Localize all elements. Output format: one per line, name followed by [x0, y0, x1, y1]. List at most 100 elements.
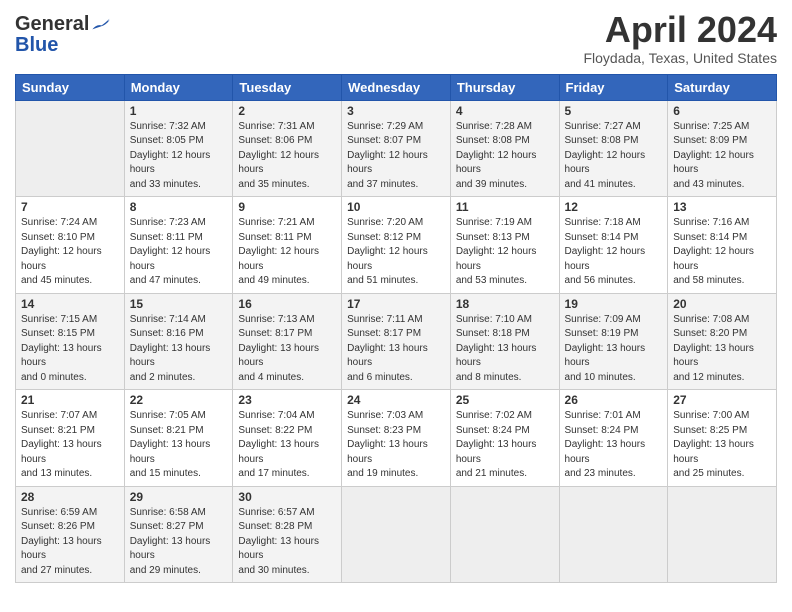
calendar-day-cell: 27 Sunrise: 7:00 AMSunset: 8:25 PMDayligh… — [668, 390, 777, 487]
calendar-day-cell: 13 Sunrise: 7:16 AMSunset: 8:14 PMDayligh… — [668, 197, 777, 294]
day-info: Sunrise: 7:05 AMSunset: 8:21 PMDaylight:… — [130, 409, 228, 482]
calendar-day-cell: 24 Sunrise: 7:03 AMSunset: 8:23 PMDayligh… — [342, 390, 451, 487]
day-number: 2 — [238, 104, 336, 118]
day-number: 29 — [130, 490, 228, 504]
day-number: 13 — [673, 200, 771, 214]
day-number: 8 — [130, 200, 228, 214]
day-info: Sunrise: 7:03 AMSunset: 8:23 PMDaylight:… — [347, 409, 445, 482]
logo-general-text: General — [15, 14, 89, 34]
calendar-day-cell: 8 Sunrise: 7:23 AMSunset: 8:11 PMDaylight… — [124, 197, 233, 294]
day-info: Sunrise: 7:10 AMSunset: 8:18 PMDaylight:… — [456, 313, 554, 386]
day-info: Sunrise: 7:23 AMSunset: 8:11 PMDaylight:… — [130, 216, 228, 289]
calendar-day-cell: 20Sunrise: 7:08 AMSunset: 8:20 PMDayligh… — [668, 293, 777, 390]
calendar-day-cell: 12Sunrise: 7:18 AMSunset: 8:14 PMDayligh… — [559, 197, 668, 294]
weekday-header-friday: Friday — [559, 74, 668, 100]
calendar-table: SundayMondayTuesdayWednesdayThursdayFrid… — [15, 74, 777, 584]
day-number: 14 — [21, 297, 119, 311]
day-number: 5 — [565, 104, 663, 118]
logo-blue-text: Blue — [15, 34, 58, 57]
calendar-day-cell — [559, 486, 668, 583]
day-info: Sunrise: 7:29 AMSunset: 8:07 PMDaylight:… — [347, 120, 445, 193]
day-info: Sunrise: 7:31 AMSunset: 8:06 PMDaylight:… — [238, 120, 336, 193]
day-number: 15 — [130, 297, 228, 311]
calendar-day-cell: 21 Sunrise: 7:07 AMSunset: 8:21 PMDayligh… — [16, 390, 125, 487]
day-number: 7 — [21, 200, 119, 214]
calendar-day-cell: 1 Sunrise: 7:32 AMSunset: 8:05 PMDaylight… — [124, 100, 233, 197]
day-info: Sunrise: 7:13 AMSunset: 8:17 PMDaylight:… — [238, 313, 336, 386]
day-number: 1 — [130, 104, 228, 118]
day-number: 26 — [565, 393, 663, 407]
day-info: Sunrise: 7:02 AMSunset: 8:24 PMDaylight:… — [456, 409, 554, 482]
calendar-week-row: 1 Sunrise: 7:32 AMSunset: 8:05 PMDaylight… — [16, 100, 777, 197]
day-number: 3 — [347, 104, 445, 118]
day-number: 27 — [673, 393, 771, 407]
calendar-day-cell — [450, 486, 559, 583]
calendar-day-cell: 17 Sunrise: 7:11 AMSunset: 8:17 PMDayligh… — [342, 293, 451, 390]
logo: General Blue — [15, 10, 111, 57]
weekday-header-thursday: Thursday — [450, 74, 559, 100]
calendar-week-row: 7 Sunrise: 7:24 AMSunset: 8:10 PMDaylight… — [16, 197, 777, 294]
day-info: Sunrise: 7:14 AMSunset: 8:16 PMDaylight:… — [130, 313, 228, 386]
calendar-day-cell: 14 Sunrise: 7:15 AMSunset: 8:15 PMDayligh… — [16, 293, 125, 390]
logo-bird-icon — [91, 14, 111, 34]
day-info: Sunrise: 7:16 AMSunset: 8:14 PMDaylight:… — [673, 216, 771, 289]
weekday-header-monday: Monday — [124, 74, 233, 100]
calendar-day-cell — [668, 486, 777, 583]
day-number: 21 — [21, 393, 119, 407]
day-number: 9 — [238, 200, 336, 214]
calendar-day-cell: 26 Sunrise: 7:01 AMSunset: 8:24 PMDayligh… — [559, 390, 668, 487]
day-number: 17 — [347, 297, 445, 311]
calendar-day-cell: 3 Sunrise: 7:29 AMSunset: 8:07 PMDaylight… — [342, 100, 451, 197]
calendar-week-row: 28 Sunrise: 6:59 AMSunset: 8:26 PMDayligh… — [16, 486, 777, 583]
page: General Blue April 2024 Floydada, Texas,… — [0, 0, 792, 612]
weekday-header-wednesday: Wednesday — [342, 74, 451, 100]
calendar-week-row: 21 Sunrise: 7:07 AMSunset: 8:21 PMDayligh… — [16, 390, 777, 487]
calendar-day-cell: 23Sunrise: 7:04 AMSunset: 8:22 PMDayligh… — [233, 390, 342, 487]
day-info: Sunrise: 7:11 AMSunset: 8:17 PMDaylight:… — [347, 313, 445, 386]
calendar-day-cell: 28 Sunrise: 6:59 AMSunset: 8:26 PMDayligh… — [16, 486, 125, 583]
day-number: 10 — [347, 200, 445, 214]
day-info: Sunrise: 7:04 AMSunset: 8:22 PMDaylight:… — [238, 409, 336, 482]
calendar-day-cell: 2 Sunrise: 7:31 AMSunset: 8:06 PMDaylight… — [233, 100, 342, 197]
day-info: Sunrise: 6:57 AMSunset: 8:28 PMDaylight:… — [238, 506, 336, 579]
calendar-day-cell: 29 Sunrise: 6:58 AMSunset: 8:27 PMDayligh… — [124, 486, 233, 583]
day-info: Sunrise: 7:07 AMSunset: 8:21 PMDaylight:… — [21, 409, 119, 482]
day-number: 18 — [456, 297, 554, 311]
day-number: 11 — [456, 200, 554, 214]
calendar-week-row: 14 Sunrise: 7:15 AMSunset: 8:15 PMDayligh… — [16, 293, 777, 390]
calendar-day-cell — [16, 100, 125, 197]
calendar-day-cell: 16 Sunrise: 7:13 AMSunset: 8:17 PMDayligh… — [233, 293, 342, 390]
day-info: Sunrise: 6:59 AMSunset: 8:26 PMDaylight:… — [21, 506, 119, 579]
day-info: Sunrise: 7:01 AMSunset: 8:24 PMDaylight:… — [565, 409, 663, 482]
day-info: Sunrise: 7:00 AMSunset: 8:25 PMDaylight:… — [673, 409, 771, 482]
calendar-day-cell: 25 Sunrise: 7:02 AMSunset: 8:24 PMDayligh… — [450, 390, 559, 487]
day-info: Sunrise: 7:32 AMSunset: 8:05 PMDaylight:… — [130, 120, 228, 193]
header: General Blue April 2024 Floydada, Texas,… — [15, 10, 777, 66]
day-info: Sunrise: 6:58 AMSunset: 8:27 PMDaylight:… — [130, 506, 228, 579]
location: Floydada, Texas, United States — [583, 50, 777, 66]
calendar-day-cell: 18 Sunrise: 7:10 AMSunset: 8:18 PMDayligh… — [450, 293, 559, 390]
title-block: April 2024 Floydada, Texas, United State… — [583, 10, 777, 66]
calendar-day-cell: 7 Sunrise: 7:24 AMSunset: 8:10 PMDaylight… — [16, 197, 125, 294]
day-number: 24 — [347, 393, 445, 407]
day-info: Sunrise: 7:08 AMSunset: 8:20 PMDaylight:… — [673, 313, 771, 386]
day-number: 6 — [673, 104, 771, 118]
day-number: 16 — [238, 297, 336, 311]
day-info: Sunrise: 7:18 AMSunset: 8:14 PMDaylight:… — [565, 216, 663, 289]
day-info: Sunrise: 7:15 AMSunset: 8:15 PMDaylight:… — [21, 313, 119, 386]
day-info: Sunrise: 7:24 AMSunset: 8:10 PMDaylight:… — [21, 216, 119, 289]
weekday-header-saturday: Saturday — [668, 74, 777, 100]
calendar-day-cell: 6 Sunrise: 7:25 AMSunset: 8:09 PMDaylight… — [668, 100, 777, 197]
day-number: 22 — [130, 393, 228, 407]
month-title: April 2024 — [583, 10, 777, 50]
calendar-day-cell: 10Sunrise: 7:20 AMSunset: 8:12 PMDayligh… — [342, 197, 451, 294]
day-number: 30 — [238, 490, 336, 504]
calendar-day-cell: 15 Sunrise: 7:14 AMSunset: 8:16 PMDayligh… — [124, 293, 233, 390]
day-info: Sunrise: 7:25 AMSunset: 8:09 PMDaylight:… — [673, 120, 771, 193]
day-number: 28 — [21, 490, 119, 504]
calendar-day-cell: 5 Sunrise: 7:27 AMSunset: 8:08 PMDaylight… — [559, 100, 668, 197]
day-number: 25 — [456, 393, 554, 407]
day-info: Sunrise: 7:27 AMSunset: 8:08 PMDaylight:… — [565, 120, 663, 193]
calendar-day-cell: 22 Sunrise: 7:05 AMSunset: 8:21 PMDayligh… — [124, 390, 233, 487]
weekday-header-tuesday: Tuesday — [233, 74, 342, 100]
